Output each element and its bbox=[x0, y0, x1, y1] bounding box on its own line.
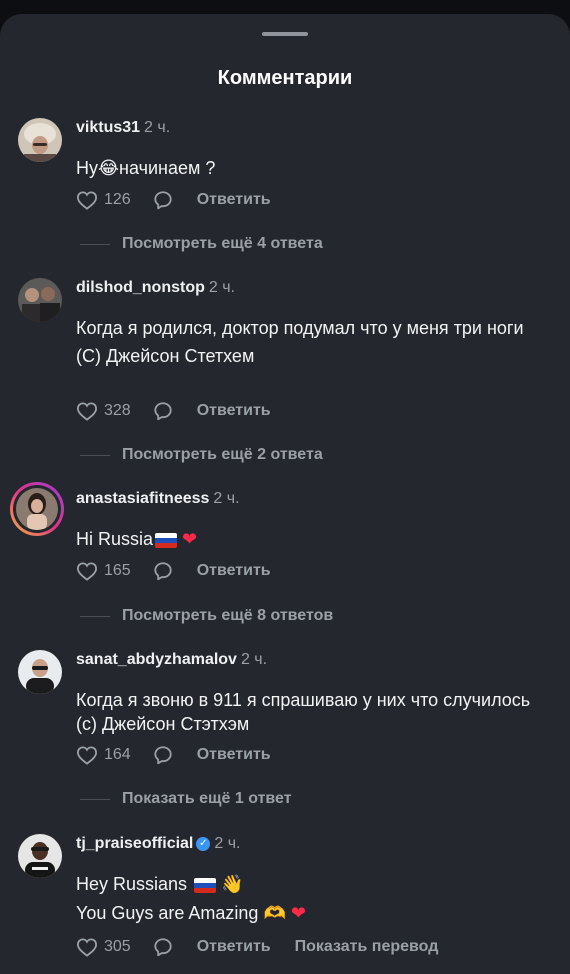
view-replies-button[interactable]: Показать ещё 1 ответ bbox=[80, 788, 292, 810]
comment-actions: 165 Ответить bbox=[76, 559, 271, 583]
username[interactable]: tj_praiseofficial bbox=[76, 835, 193, 852]
comments-sheet: Комментарии viktus31 2 ч. Ну😂начинаем ? 1… bbox=[0, 14, 570, 974]
red-heart-icon: ❤ bbox=[182, 529, 198, 550]
heart-outline-icon bbox=[76, 191, 98, 210]
comment-actions: 328 Ответить bbox=[76, 399, 271, 423]
comment-header: sanat_abdyzhamalov 2 ч. bbox=[76, 651, 267, 669]
comment-text: Когда я родился, доктор подумал что у ме… bbox=[76, 316, 551, 368]
view-replies-button[interactable]: Посмотреть ещё 8 ответов bbox=[80, 605, 333, 627]
avatar bbox=[16, 488, 58, 530]
view-replies-label: Показать ещё 1 ответ bbox=[122, 790, 292, 807]
comment-line: Hi Russia bbox=[76, 529, 154, 549]
like-count: 328 bbox=[104, 402, 131, 419]
heart-on-fire-icon: ❤ bbox=[290, 903, 306, 924]
comment-line: You Guys are Amazing bbox=[76, 903, 259, 923]
avatar[interactable] bbox=[18, 650, 62, 694]
comment-bubble-icon[interactable] bbox=[153, 561, 173, 581]
waving-hand-icon: 👋 bbox=[221, 874, 244, 895]
heart-outline-icon bbox=[76, 746, 98, 765]
avatar[interactable] bbox=[18, 278, 62, 322]
replies-divider bbox=[80, 454, 110, 456]
replies-divider bbox=[80, 798, 110, 800]
heart-outline-icon bbox=[76, 562, 98, 581]
like-button[interactable]: 165 bbox=[76, 561, 131, 581]
avatar[interactable] bbox=[18, 118, 62, 162]
page-title: Комментарии bbox=[217, 67, 353, 89]
timestamp: 2 ч. bbox=[144, 119, 171, 136]
comment-line: Ну bbox=[76, 158, 98, 178]
avatar[interactable] bbox=[18, 834, 62, 878]
heart-outline-icon bbox=[76, 938, 98, 957]
comment-text: Ну😂начинаем ? bbox=[76, 156, 551, 181]
username[interactable]: viktus31 bbox=[76, 119, 140, 136]
timestamp: 2 ч. bbox=[214, 835, 241, 852]
reply-button[interactable]: Ответить bbox=[197, 562, 271, 580]
like-count: 305 bbox=[104, 938, 131, 955]
username[interactable]: anastasiafitneess bbox=[76, 490, 209, 507]
heart-hands-icon: 🫶 bbox=[263, 903, 286, 924]
comment-line: Hey Russians bbox=[76, 874, 188, 894]
like-button[interactable]: 305 bbox=[76, 937, 131, 957]
like-count: 164 bbox=[104, 746, 131, 763]
comment-line: (С) Джейсон Стетхем bbox=[76, 346, 255, 366]
comment-line: Когда я звоню в 911 я спрашиваю у них чт… bbox=[76, 690, 531, 734]
heart-outline-icon bbox=[76, 402, 98, 421]
verified-badge-icon: ✓ bbox=[196, 836, 211, 851]
replies-divider bbox=[80, 243, 110, 245]
comment-actions: 164 Ответить bbox=[76, 743, 271, 767]
view-replies-button[interactable]: Посмотреть ещё 4 ответа bbox=[80, 233, 323, 255]
like-button[interactable]: 328 bbox=[76, 401, 131, 421]
reply-button[interactable]: Ответить bbox=[197, 746, 271, 764]
russia-flag-icon bbox=[194, 877, 217, 893]
comment-text: Hi Russia ❤ bbox=[76, 527, 551, 552]
comment-line: начинаем ? bbox=[119, 158, 216, 178]
show-translation-button[interactable]: Показать перевод bbox=[295, 938, 439, 956]
timestamp: 2 ч. bbox=[240, 651, 268, 668]
view-replies-label: Посмотреть ещё 8 ответов bbox=[122, 607, 334, 624]
view-replies-button[interactable]: Посмотреть ещё 2 ответа bbox=[80, 444, 323, 466]
russia-flag-icon bbox=[155, 532, 178, 548]
comment-header: viktus31 2 ч. bbox=[76, 119, 170, 137]
timestamp: 2 ч. bbox=[213, 490, 240, 507]
comment-bubble-icon[interactable] bbox=[153, 401, 173, 421]
replies-divider bbox=[80, 615, 110, 617]
comment-text: Hey Russians 👋 You Guys are Amazing 🫶 ❤ bbox=[76, 872, 551, 926]
comment-bubble-icon[interactable] bbox=[153, 937, 173, 957]
comment-text: Когда я звоню в 911 я спрашиваю у них чт… bbox=[76, 688, 551, 736]
like-count: 126 bbox=[104, 191, 131, 208]
timestamp: 2 ч. bbox=[208, 279, 235, 296]
comment-actions: 305 Ответить Показать перевод bbox=[76, 935, 438, 959]
comment-bubble-icon[interactable] bbox=[153, 745, 173, 765]
laughing-emoji-icon: 😂 bbox=[98, 158, 120, 179]
comment-header: anastasiafitneess 2 ч. bbox=[76, 490, 240, 508]
drag-handle[interactable] bbox=[262, 32, 308, 36]
avatar-story-ring[interactable] bbox=[10, 482, 64, 536]
username[interactable]: dilshod_nonstop bbox=[76, 279, 205, 296]
reply-button[interactable]: Ответить bbox=[197, 938, 271, 956]
view-replies-label: Посмотреть ещё 4 ответа bbox=[122, 235, 323, 252]
username[interactable]: sanat_abdyzhamalov bbox=[76, 651, 237, 668]
reply-button[interactable]: Ответить bbox=[197, 191, 271, 209]
comment-line: Когда я родился, доктор подумал что у ме… bbox=[76, 318, 524, 338]
comment-bubble-icon[interactable] bbox=[153, 190, 173, 210]
reply-button[interactable]: Ответить bbox=[197, 402, 271, 420]
comment-actions: 126 Ответить bbox=[76, 188, 271, 212]
comment-header: dilshod_nonstop 2 ч. bbox=[76, 279, 235, 297]
like-button[interactable]: 164 bbox=[76, 745, 131, 765]
like-button[interactable]: 126 bbox=[76, 190, 131, 210]
comment-header: tj_praiseofficial ✓ 2 ч. bbox=[76, 835, 241, 853]
like-count: 165 bbox=[104, 562, 131, 579]
view-replies-label: Посмотреть ещё 2 ответа bbox=[122, 446, 323, 463]
